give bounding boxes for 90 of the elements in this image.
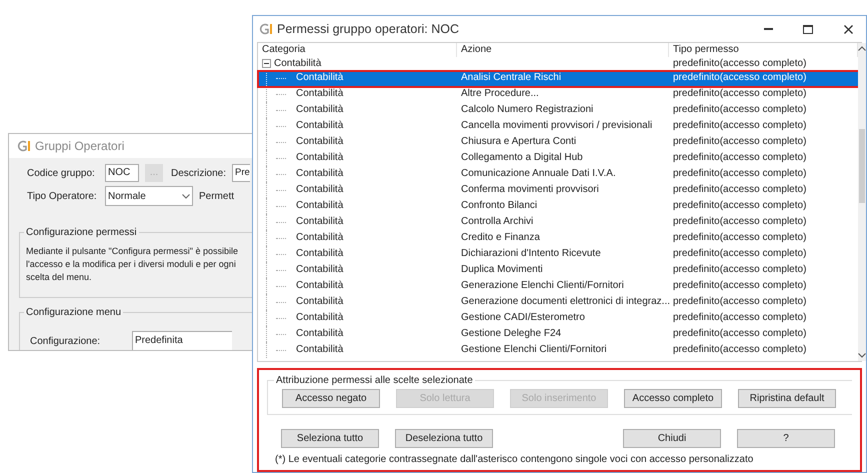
table-cell-text: Dichiarazioni d'Intento Ricevute [460,247,602,261]
table-cell-text: predefinito(accesso completo) [672,57,808,70]
table-cell-text: Altre Procedure... [460,87,540,101]
table-cell-text: Controlla Archivi [460,215,534,229]
table-cell-text: Contabilità [296,231,344,245]
table-cell-text: Duplica Movimenti [460,263,544,277]
action-button[interactable]: ? [737,429,835,448]
field-label: Tipo Operatore: [27,190,98,204]
table-cell-text: Conferma movimenti provvisori [460,183,600,197]
app-logo-icon [259,23,273,35]
minimize-icon[interactable] [764,28,772,30]
table-cell-text: Contabilità [296,343,344,357]
close-icon[interactable] [844,24,852,34]
table-cell-text: Comunicazione Annuale Dati I.V.A. [460,167,617,181]
table-cell-text: predefinito(accesso completo) [672,183,808,197]
table-cell-text: Contabilità [296,151,344,165]
table-cell-text: predefinito(accesso completo) [672,311,808,325]
tree-item[interactable]: Contabilità [274,57,322,70]
table-cell-text: predefinito(accesso completo) [672,167,808,181]
description-field[interactable]: Pre [232,164,250,182]
table-cell-text: predefinito(accesso completo) [672,327,808,341]
table-cell-text: Contabilità [296,215,344,229]
table-cell-text: Contabilità [296,167,344,181]
menu-config-field[interactable]: Predefinita [132,331,232,350]
table-cell-text: predefinito(accesso completo) [672,199,808,213]
table-cell-text: Contabilità [296,71,344,85]
column-header[interactable]: Azione [457,43,669,57]
code-field[interactable]: NOC [105,164,139,182]
window-title: Permessi gruppo operatori: NOC [277,20,460,38]
field-label: Permett [199,190,234,204]
group-title: Configurazione menu [24,305,124,320]
table-cell-text: predefinito(accesso completo) [672,135,808,149]
group-title: Configurazione permessi [24,225,139,240]
table-cell-text: Collegamento a Digital Hub [460,151,584,165]
table-cell-text: Gestione Deleghe F24 [460,327,562,341]
app-logo-icon [17,140,31,152]
action-button[interactable]: Deseleziona tutto [395,429,493,448]
table-cell-text: Contabilità [296,199,344,213]
table-cell-text: Confronto Bilanci [460,199,538,213]
permission-button[interactable]: Accesso negato [282,389,380,408]
table-cell-text: Credito e Finanza [460,231,541,245]
table-cell-text: Contabilità [296,327,344,341]
table-cell-text: Contabilità [296,87,344,101]
table-cell-text: Contabilità [296,119,344,133]
table-cell-text: Contabilità [296,247,344,261]
table-cell-text: Contabilità [296,183,344,197]
field-label: Configurazione: [30,334,102,348]
table-cell-text: predefinito(accesso completo) [672,119,808,133]
table-cell-text: Cancella movimenti provvisori / previsionali [460,119,654,133]
table-cell-text: Generazione Elenchi Clienti/Fornitori [460,279,625,293]
action-button[interactable]: Chiudi [623,429,721,448]
table-cell-text: predefinito(accesso completo) [672,343,808,357]
table-cell-text: predefinito(accesso completo) [672,151,808,165]
maximize-icon[interactable] [803,24,813,34]
table-cell-text: Gestione CADI/Esterometro [460,311,586,325]
footnote-text: (*) Le eventuali categorie contrassegnate dall'asterisco contengono singole voci con accesso personalizzato [274,453,754,467]
table-cell-text: predefinito(accesso completo) [672,231,808,245]
table-cell-text: Gestione Elenchi Clienti/Fornitori [460,343,608,357]
field-label: Descrizione: [171,166,226,180]
permission-button[interactable]: Accesso completo [624,389,722,408]
table-cell-text: Generazione documenti elettronici di integraz... [460,295,669,309]
table-cell-text: predefinito(accesso completo) [672,87,808,101]
table-cell-text: Contabilità [296,135,344,149]
table-cell-text: predefinito(accesso completo) [672,71,808,85]
table-cell-text: predefinito(accesso completo) [672,215,808,229]
permission-button[interactable]: Ripristina default [738,389,836,408]
table-cell-text: predefinito(accesso completo) [672,279,808,293]
table-cell-text: Chiusura e Apertura Conti [460,135,578,149]
table-cell-text: Calcolo Numero Registrazioni [460,103,594,117]
table-cell-text: Contabilità [296,311,344,325]
column-header[interactable]: Categoria [258,43,457,57]
table-cell-text: Contabilità [296,295,344,309]
group-title: Attribuzione permessi alle scelte selezionate [274,373,475,388]
table-cell-text: predefinito(accesso completo) [672,263,808,277]
operator-type-dropdown[interactable]: Normale [105,186,193,206]
table-cell-text: Contabilità [296,263,344,277]
table-cell-text: predefinito(accesso completo) [672,103,808,117]
description-text: Mediante il pulsante "Configura permessi" è possibile l'accesso e la modifica per i diversi moduli e per ogni scelta del menu. [26,245,240,284]
action-button[interactable]: Seleziona tutto [281,429,379,448]
table-cell-text: predefinito(accesso completo) [672,295,808,309]
scroll-up-icon[interactable] [858,46,866,51]
collapse-icon[interactable] [262,59,271,68]
field-label: Codice gruppo: [27,166,96,180]
window-title: Gruppi Operatori [35,138,124,155]
chevron-down-icon [182,194,190,198]
table-cell-text: predefinito(accesso completo) [672,247,808,261]
scroll-down-icon[interactable] [858,353,866,358]
table-cell-text: Contabilità [296,103,344,117]
table-cell-text: Analisi Centrale Rischi [460,71,562,85]
table-cell-text: Contabilità [296,279,344,293]
